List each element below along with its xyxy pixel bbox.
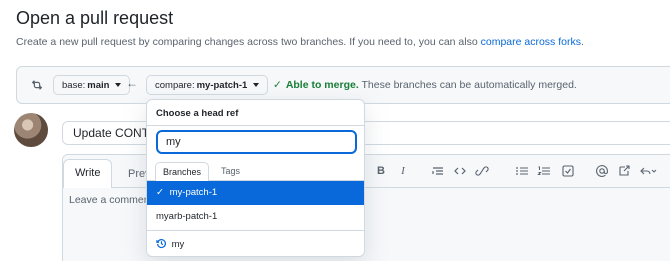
history-icon [156, 239, 166, 249]
branch-menu-header: Choose a head ref [147, 100, 364, 126]
merge-ok-label: Able to merge. [285, 79, 359, 91]
history-item-label: my [171, 239, 185, 250]
chevron-down-icon [115, 83, 122, 87]
task-list-icon[interactable] [561, 163, 575, 179]
page-title: Open a pull request [16, 8, 174, 28]
mention-icon[interactable] [595, 163, 609, 179]
branch-filter-input[interactable]: my [156, 130, 357, 154]
avatar [14, 113, 48, 147]
base-prefix: base: [62, 79, 86, 91]
reply-icon[interactable] [639, 163, 657, 179]
compare-prefix: compare: [155, 79, 195, 91]
base-branch-name: main [87, 79, 110, 91]
subtitle-end: . [580, 36, 584, 48]
branch-item-myarb-patch-1[interactable]: myarb-patch-1 [147, 205, 364, 231]
unordered-list-icon[interactable] [515, 163, 529, 179]
branch-menu-tabs: Branches Tags [147, 162, 364, 182]
page-subtitle: Create a new pull request by comparing c… [16, 36, 584, 48]
bold-icon[interactable]: B [375, 163, 387, 179]
tab-tags[interactable]: Tags [214, 162, 247, 181]
compare-branch-name: my-patch-1 [196, 79, 248, 91]
compare-across-forks-link[interactable]: compare across forks [481, 36, 581, 48]
compare-arrows-icon [31, 80, 43, 90]
subtitle-text: Create a new pull request by comparing c… [16, 36, 478, 48]
branch-history-item[interactable]: my [147, 232, 364, 256]
link-icon[interactable] [475, 163, 489, 179]
cross-reference-icon[interactable] [617, 163, 631, 179]
arrow-left-icon: ← [126, 76, 138, 90]
branch-select-menu: Choose a head ref my Branches Tags ✓ my-… [146, 99, 365, 257]
branch-item-label: myarb-patch-1 [156, 211, 218, 222]
check-icon: ✓ [156, 187, 164, 198]
body-placeholder: Leave a commer [69, 194, 148, 206]
chevron-down-icon [253, 83, 260, 87]
base-branch-button[interactable]: base: main [53, 75, 131, 95]
merge-status: ✓ Able to merge. These branches can be au… [273, 79, 577, 91]
tab-branches[interactable]: Branches [155, 162, 210, 182]
branch-item-my-patch-1[interactable]: ✓ my-patch-1 [147, 181, 364, 205]
quote-icon[interactable] [431, 163, 445, 179]
italic-icon[interactable]: I [397, 163, 409, 179]
ordered-list-icon[interactable] [537, 163, 551, 179]
compare-branch-button[interactable]: compare: my-patch-1 [146, 75, 269, 95]
check-icon: ✓ [273, 79, 282, 91]
merge-message: These branches can be automatically merg… [361, 79, 577, 91]
branch-item-label: my-patch-1 [169, 187, 218, 198]
tab-write[interactable]: Write [63, 159, 113, 189]
code-icon[interactable] [453, 163, 467, 179]
